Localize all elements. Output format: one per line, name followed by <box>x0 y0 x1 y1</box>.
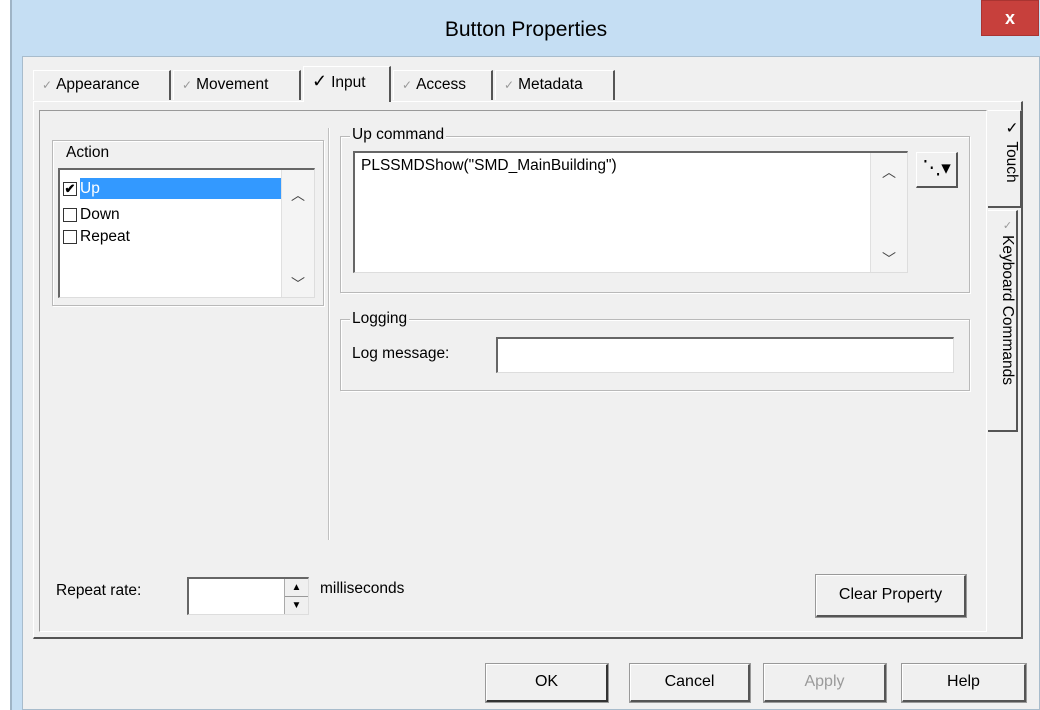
clear-property-button[interactable]: Clear Property <box>816 575 966 617</box>
side-tab-keyboard-commands[interactable]: ✓ Keyboard Commands <box>988 210 1018 432</box>
repeat-checkbox[interactable] <box>63 229 77 244</box>
log-message-label: Log message: <box>352 345 450 362</box>
apply-button[interactable]: Apply <box>764 664 886 702</box>
logging-label: Logging <box>350 310 410 328</box>
window-border <box>10 0 12 710</box>
side-tab-touch[interactable]: ✓ Touch <box>988 110 1022 208</box>
repeat-rate-spinner[interactable]: ▲ ▼ <box>284 579 308 614</box>
tick-icon: ✓ <box>42 78 53 92</box>
scroll-down-icon[interactable]: ﹀ <box>871 246 907 272</box>
tab-metadata[interactable]: ✓ Metadata <box>495 70 615 100</box>
command-wizard-button[interactable]: ⋱▾ <box>916 152 958 188</box>
scroll-up-icon[interactable]: ︿ <box>282 182 314 208</box>
action-label: Action <box>66 144 110 161</box>
check-icon: ✓ <box>312 71 328 91</box>
list-item-up[interactable]: ✔ Up <box>63 178 300 199</box>
repeat-rate-units: milliseconds <box>320 580 405 597</box>
window-title: Button Properties <box>444 18 608 41</box>
ok-button[interactable]: OK <box>486 664 608 702</box>
list-item-down[interactable]: Down <box>63 204 120 225</box>
vertical-divider <box>328 128 330 540</box>
tick-icon: ✓ <box>182 78 193 92</box>
repeat-rate-label: Repeat rate: <box>56 582 142 599</box>
tab-input[interactable]: ✓ Input <box>303 66 391 102</box>
scroll-up-icon[interactable]: ︿ <box>871 159 907 185</box>
cancel-button[interactable]: Cancel <box>630 664 750 702</box>
log-message-input[interactable] <box>496 337 954 373</box>
up-checkbox[interactable]: ✔ <box>63 181 77 196</box>
check-icon: ✓ <box>1003 119 1020 142</box>
up-command-text: PLSSMDShow("SMD_MainBuilding") <box>361 157 617 174</box>
spin-down-icon[interactable]: ▼ <box>285 597 308 614</box>
up-command-label: Up command <box>350 126 447 144</box>
action-list-scrollbar[interactable]: ︿ ﹀ <box>281 170 314 297</box>
help-button[interactable]: Help <box>902 664 1026 702</box>
tab-appearance[interactable]: ✓ Appearance <box>33 70 171 100</box>
magic-wand-icon: ⋱▾ <box>922 158 951 179</box>
tab-movement[interactable]: ✓ Movement <box>173 70 301 100</box>
scroll-down-icon[interactable]: ﹀ <box>282 271 314 297</box>
close-button[interactable]: x <box>981 0 1039 36</box>
tick-icon: ✓ <box>402 78 413 92</box>
up-command-scrollbar[interactable]: ︿ ﹀ <box>870 153 907 272</box>
tick-icon: ✓ <box>504 78 515 92</box>
list-item-repeat[interactable]: Repeat <box>63 226 130 247</box>
down-checkbox[interactable] <box>63 207 77 222</box>
action-list[interactable]: ✔ Up Down Repeat ︿ ﹀ <box>58 168 315 298</box>
up-command-textarea[interactable]: PLSSMDShow("SMD_MainBuilding") ︿ ﹀ <box>353 151 908 273</box>
spin-up-icon[interactable]: ▲ <box>285 579 308 597</box>
tab-access[interactable]: ✓ Access <box>393 70 493 100</box>
tick-icon: ✓ <box>1001 219 1013 236</box>
